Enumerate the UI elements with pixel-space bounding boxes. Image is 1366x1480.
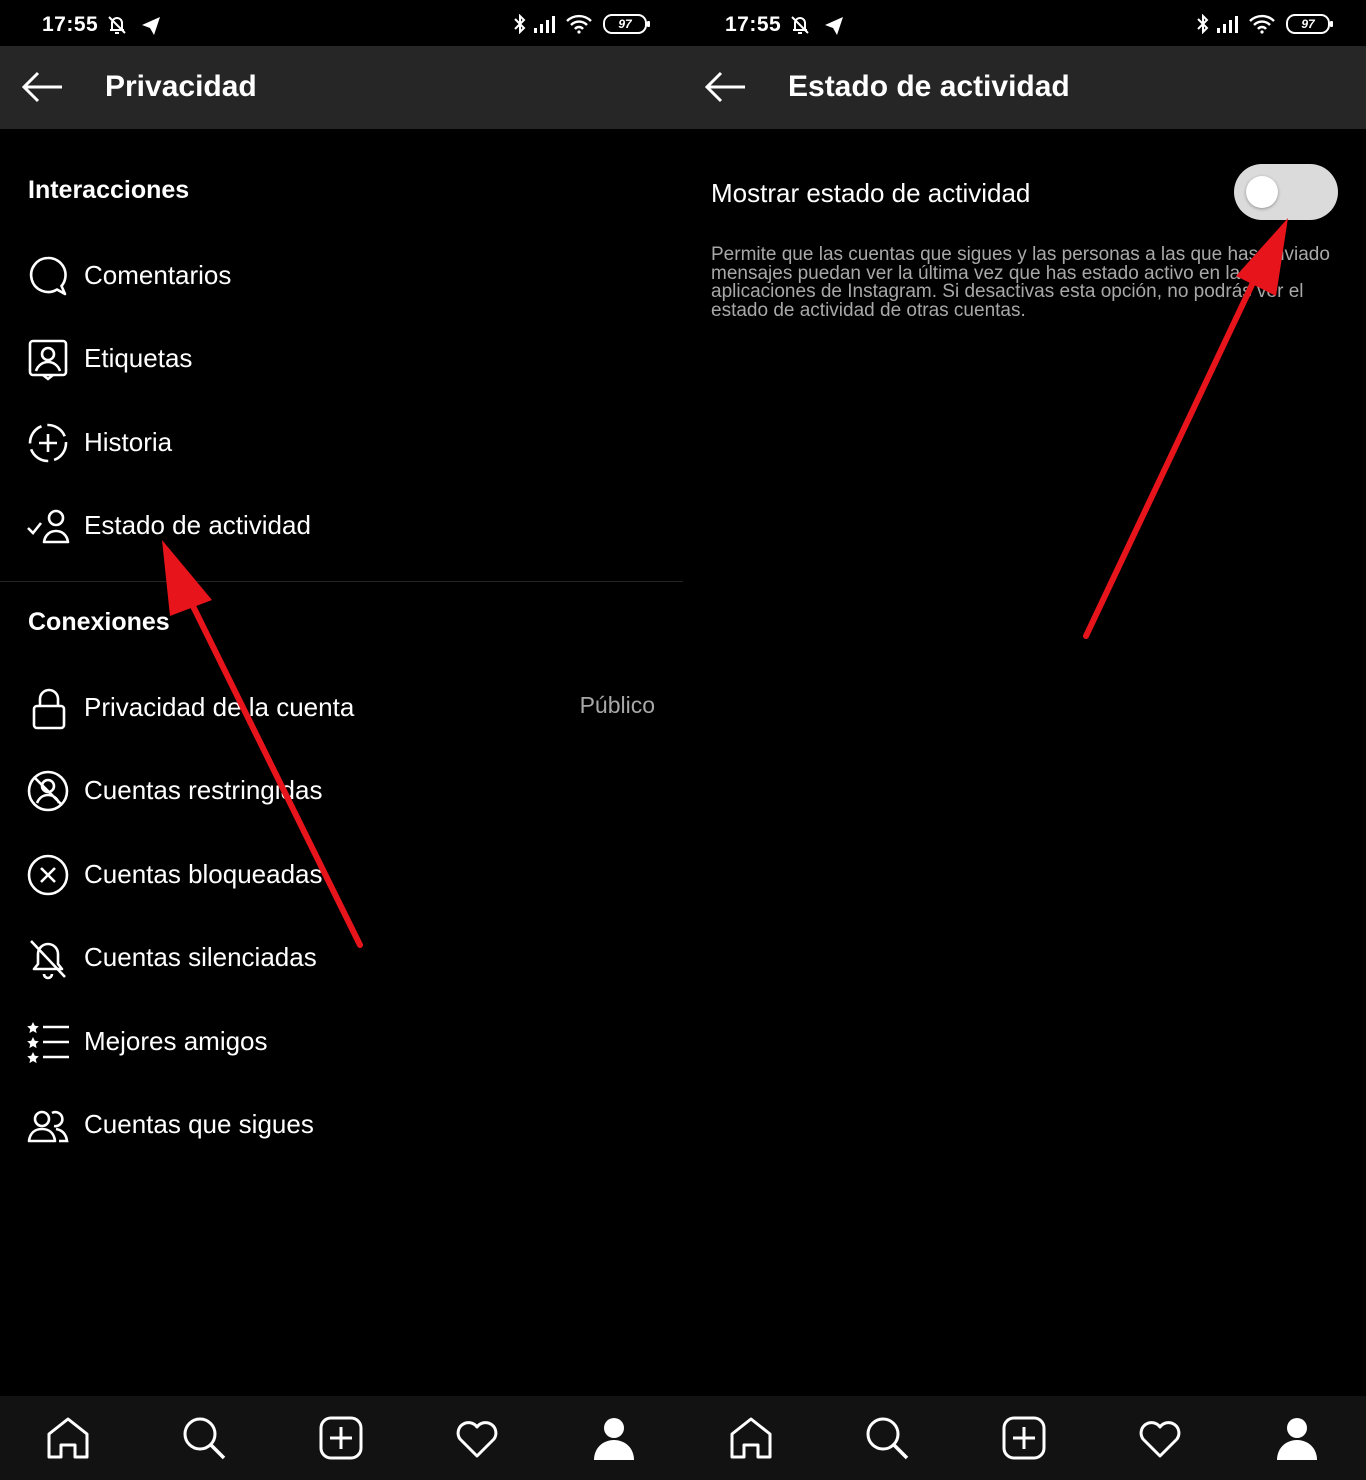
blocked-icon (27, 854, 69, 896)
search-icon (183, 1417, 226, 1460)
top-app-bar: Estado de actividad (683, 46, 1366, 129)
nav-activity[interactable] (1136, 1414, 1184, 1462)
profile-icon (594, 1418, 634, 1460)
menu-item-story[interactable]: Historia (0, 407, 683, 477)
menu-item-close-friends[interactable]: Mejores amigos (0, 1006, 683, 1076)
wifi-icon (1248, 14, 1275, 34)
menu-item-activity-status[interactable]: Estado de actividad (0, 490, 683, 560)
status-bar: 17:55 97 (683, 0, 1366, 46)
close-friends-list-icon (27, 1022, 69, 1064)
toggle-description: Permite que las cuentas que sigues y las… (711, 244, 1330, 321)
lock-icon (32, 688, 66, 730)
menu-item-blocked-accounts[interactable]: Cuentas bloqueadas (0, 839, 683, 909)
search-icon (866, 1417, 909, 1460)
top-app-bar: Privacidad (0, 46, 683, 129)
menu-item-label: Cuentas que sigues (84, 1109, 314, 1139)
menu-item-label: Cuentas silenciadas (84, 942, 317, 972)
signal-icon (534, 16, 556, 33)
battery-indicator: 97 (1286, 14, 1333, 34)
menu-item-label: Etiquetas (84, 343, 193, 373)
status-bar: 17:55 97 (0, 0, 683, 46)
muted-bell-icon (30, 940, 66, 980)
status-time: 17:55 (725, 13, 782, 36)
back-button[interactable] (20, 69, 64, 105)
new-post-icon (1002, 1416, 1046, 1460)
profile-icon (1277, 1418, 1317, 1460)
section-title-connections: Conexiones (28, 608, 170, 636)
nav-activity[interactable] (453, 1414, 501, 1462)
menu-item-label: Historia (84, 427, 173, 457)
menu-item-tags[interactable]: Etiquetas (0, 323, 683, 393)
telegram-icon (142, 17, 160, 35)
account-privacy-value: Público (579, 692, 655, 718)
home-icon (730, 1417, 772, 1459)
privacy-screen: 17:55 97 Privacidad Interacciones Coment… (0, 0, 683, 1480)
section-title-interactions: Interacciones (28, 176, 190, 204)
nav-new-post[interactable] (317, 1414, 365, 1462)
menu-item-label: Mejores amigos (84, 1026, 268, 1056)
toggle-label: Mostrar estado de actividad (711, 178, 1031, 208)
nav-search[interactable] (863, 1414, 911, 1462)
bottom-navigation (683, 1396, 1366, 1480)
status-time: 17:55 (42, 13, 99, 36)
bluetooth-icon (1196, 13, 1209, 35)
restricted-icon (27, 770, 69, 812)
bottom-navigation (0, 1396, 683, 1480)
telegram-icon (825, 17, 843, 35)
toggle-knob (1246, 176, 1278, 208)
notifications-muted-icon (791, 16, 843, 35)
activity-status-toggle[interactable] (1234, 164, 1338, 220)
notifications-muted-icon (108, 16, 160, 35)
nav-profile[interactable] (1273, 1414, 1321, 1462)
comment-icon (29, 256, 67, 296)
menu-item-label: Cuentas bloqueadas (84, 859, 323, 889)
arrow-left-icon (704, 71, 745, 103)
menu-item-label: Estado de actividad (84, 510, 311, 540)
page-title: Privacidad (105, 70, 257, 103)
menu-item-label: Privacidad de la cuenta (84, 692, 355, 722)
following-people-icon (27, 1110, 69, 1143)
section-divider (0, 581, 683, 582)
menu-item-following[interactable]: Cuentas que sigues (0, 1089, 683, 1159)
menu-item-restricted-accounts[interactable]: Cuentas restringidas (0, 755, 683, 825)
menu-item-label: Cuentas restringidas (84, 775, 323, 805)
arrow-left-icon (21, 71, 62, 103)
menu-item-label: Comentarios (84, 260, 232, 290)
activity-status-icon (27, 509, 70, 544)
menu-item-account-privacy[interactable]: Privacidad de la cuenta Público (0, 672, 683, 742)
activity-heart-icon (456, 1421, 498, 1458)
menu-item-comments[interactable]: Comentarios (0, 240, 683, 310)
nav-search[interactable] (180, 1414, 228, 1462)
bluetooth-icon (513, 13, 526, 35)
page-title: Estado de actividad (788, 70, 1070, 103)
tag-person-icon (28, 339, 68, 381)
battery-indicator: 97 (603, 14, 650, 34)
signal-icon (1217, 16, 1239, 33)
menu-item-muted-accounts[interactable]: Cuentas silenciadas (0, 922, 683, 992)
nav-profile[interactable] (590, 1414, 638, 1462)
back-button[interactable] (703, 69, 747, 105)
story-add-icon (28, 423, 68, 463)
activity-heart-icon (1139, 1421, 1181, 1458)
nav-home[interactable] (44, 1414, 92, 1462)
home-icon (47, 1417, 89, 1459)
activity-status-screen: 17:55 97 Estado de actividad Mostrar est… (683, 0, 1366, 1480)
wifi-icon (565, 14, 592, 34)
nav-home[interactable] (727, 1414, 775, 1462)
new-post-icon (319, 1416, 363, 1460)
nav-new-post[interactable] (1000, 1414, 1048, 1462)
